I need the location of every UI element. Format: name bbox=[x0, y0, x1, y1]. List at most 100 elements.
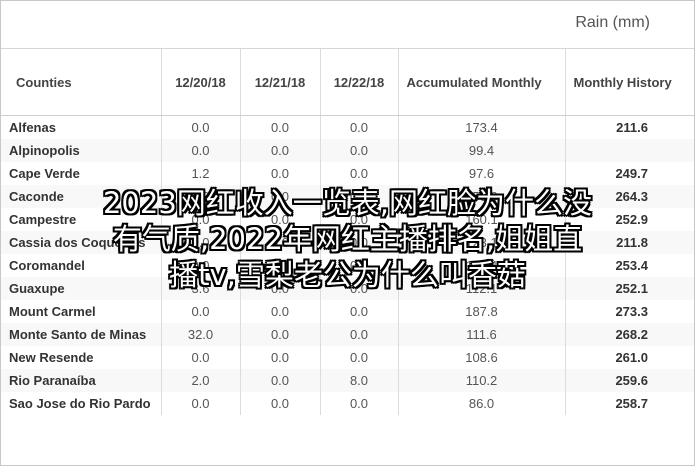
column-header-date-3[interactable]: 12/22/18 bbox=[320, 49, 399, 116]
table-row: Cassia dos Coqueiros 0.0 0.0 0.0 123.1 211.8 bbox=[1, 231, 694, 254]
history-cell bbox=[565, 139, 694, 162]
date-2-cell: 0.0 bbox=[240, 139, 321, 162]
date-2-cell: 0.0 bbox=[240, 369, 321, 392]
table-row: Campestre 0.0 0.0 0.0 160.1 252.9 bbox=[1, 208, 694, 231]
accumulated-cell: 110.2 bbox=[398, 369, 566, 392]
date-1-cell: 32.0 bbox=[161, 323, 241, 346]
date-3-cell: 0.0 bbox=[320, 231, 399, 254]
county-cell: Alpinopolis bbox=[1, 139, 162, 162]
accumulated-cell: 150.0 bbox=[398, 185, 566, 208]
county-cell: Cassia dos Coqueiros bbox=[1, 231, 162, 254]
accumulated-cell: 108.6 bbox=[398, 346, 566, 369]
date-2-cell: 0.0 bbox=[240, 254, 321, 277]
history-cell: 258.7 bbox=[615, 396, 648, 411]
date-2-cell: 0.0 bbox=[240, 323, 321, 346]
accumulated-cell: 160.1 bbox=[398, 208, 566, 231]
table-row: Coromandel 0.0 0.0 0.0 112.4 253.4 bbox=[1, 254, 694, 277]
history-cell: 211.8 bbox=[565, 231, 694, 254]
history-cell: 211.6 bbox=[616, 120, 648, 135]
date-2-cell: 0.0 bbox=[240, 277, 321, 300]
date-2-cell: 0.0 bbox=[240, 300, 321, 323]
date-1-cell: 0.0 bbox=[161, 139, 241, 162]
county-cell: New Resende bbox=[1, 346, 162, 369]
county-cell: Mount Carmel bbox=[1, 300, 162, 323]
date-3-cell: 0.0 bbox=[320, 139, 399, 162]
history-cell: 252.1 bbox=[565, 277, 694, 300]
table-row: Guaxupe 3.6 0.0 0.0 112.1 252.1 bbox=[1, 277, 694, 300]
date-1-cell: 3.6 bbox=[161, 277, 241, 300]
county-cell: Guaxupe bbox=[1, 277, 162, 300]
date-1-cell: 0.0 bbox=[161, 346, 241, 369]
accumulated-cell: 99.4 bbox=[398, 139, 566, 162]
table-row: Monte Santo de Minas 32.0 0.0 0.0 111.6 268.2 bbox=[1, 323, 694, 346]
date-1-cell: 1.2 bbox=[161, 162, 241, 185]
table-row: Alpinopolis 0.0 0.0 0.0 99.4 bbox=[1, 139, 694, 162]
date-2-cell: 0.0 bbox=[240, 162, 321, 185]
unit-label: Rain (mm) bbox=[575, 14, 650, 31]
accumulated-cell: 187.8 bbox=[398, 300, 566, 323]
date-2-cell: 0.0 bbox=[240, 115, 321, 139]
table-row: Rio Paranaíba 2.0 0.0 8.0 110.2 259.6 bbox=[1, 369, 694, 392]
date-3-cell: 0.0 bbox=[320, 392, 399, 415]
county-cell: Rio Paranaíba bbox=[1, 369, 162, 392]
county-cell: Caconde bbox=[1, 185, 162, 208]
accumulated-cell: 173.4 bbox=[398, 115, 566, 139]
date-3-cell: 8.0 bbox=[320, 369, 399, 392]
date-2-cell: 0.0 bbox=[240, 185, 321, 208]
date-1-cell: 2.0 bbox=[161, 369, 241, 392]
table-row: Sao Jose do Rio Pardo 0.0 0.0 0.0 86.0 258.7 bbox=[1, 392, 694, 415]
date-1-cell: 0.0 bbox=[161, 300, 241, 323]
date-2-cell: 0.0 bbox=[240, 392, 321, 415]
history-cell: 268.2 bbox=[565, 323, 694, 346]
column-header-counties[interactable]: Counties bbox=[1, 49, 162, 116]
date-3-cell: 0.0 bbox=[320, 277, 399, 300]
rain-data-table: Counties 12/20/18 12/21/18 12/22/18 Accu… bbox=[1, 49, 694, 415]
table-row: New Resende 0.0 0.0 0.0 108.6 261.0 bbox=[1, 346, 694, 369]
date-3-cell: 0.0 bbox=[320, 254, 399, 277]
history-cell: 261.0 bbox=[615, 350, 648, 365]
column-header-monthly-history[interactable]: Monthly History bbox=[565, 49, 694, 116]
date-1-cell: 0.0 bbox=[161, 392, 241, 415]
date-1-cell: 0.0 bbox=[161, 115, 241, 139]
date-3-cell: 0.0 bbox=[320, 300, 399, 323]
accumulated-cell: 111.6 bbox=[398, 323, 566, 346]
date-1-cell: 0.0 bbox=[161, 208, 241, 231]
column-header-accumulated-monthly[interactable]: Accumulated Monthly bbox=[398, 49, 566, 116]
history-cell: 252.9 bbox=[615, 212, 648, 227]
column-header-date-1[interactable]: 12/20/18 bbox=[161, 49, 241, 116]
date-3-cell: 0.0 bbox=[320, 162, 399, 185]
table-row: Cape Verde 1.2 0.0 0.0 97.6 249.7 bbox=[1, 162, 694, 185]
county-cell: Cape Verde bbox=[1, 162, 162, 185]
table-row: Alfenas 0.0 0.0 0.0 173.4 211.6 bbox=[1, 115, 694, 139]
table-row: Caconde 0.0 0.0 0.0 150.0 264.3 bbox=[1, 185, 694, 208]
history-cell: 273.3 bbox=[615, 304, 648, 319]
accumulated-cell: 97.6 bbox=[398, 162, 566, 185]
rain-table-panel: Rain (mm) Counties 12/20/18 12/21/18 12/… bbox=[0, 0, 695, 466]
date-2-cell: 0.0 bbox=[240, 346, 321, 369]
history-cell: 249.7 bbox=[615, 166, 648, 181]
county-cell: Coromandel bbox=[1, 254, 162, 277]
county-cell: Alfenas bbox=[1, 115, 162, 139]
table-header-row: Counties 12/20/18 12/21/18 12/22/18 Accu… bbox=[1, 49, 694, 116]
date-1-cell: 0.0 bbox=[161, 231, 241, 254]
date-3-cell: 0.0 bbox=[320, 115, 399, 139]
column-header-date-2[interactable]: 12/21/18 bbox=[240, 49, 321, 116]
date-1-cell: 0.0 bbox=[161, 185, 241, 208]
date-2-cell: 0.0 bbox=[240, 231, 321, 254]
accumulated-cell: 86.0 bbox=[398, 392, 566, 415]
unit-bar: Rain (mm) bbox=[1, 1, 694, 49]
history-cell: 264.3 bbox=[565, 185, 694, 208]
history-cell: 259.6 bbox=[565, 369, 694, 392]
history-cell: 253.4 bbox=[615, 258, 648, 273]
accumulated-cell: 112.4 bbox=[398, 254, 566, 277]
date-3-cell: 0.0 bbox=[320, 323, 399, 346]
accumulated-cell: 123.1 bbox=[398, 231, 566, 254]
county-cell: Sao Jose do Rio Pardo bbox=[1, 392, 162, 415]
table-row: Mount Carmel 0.0 0.0 0.0 187.8 273.3 bbox=[1, 300, 694, 323]
date-3-cell: 0.0 bbox=[320, 185, 399, 208]
date-3-cell: 0.0 bbox=[320, 346, 399, 369]
accumulated-cell: 112.1 bbox=[398, 277, 566, 300]
date-2-cell: 0.0 bbox=[240, 208, 321, 231]
date-1-cell: 0.0 bbox=[161, 254, 241, 277]
date-3-cell: 0.0 bbox=[320, 208, 399, 231]
